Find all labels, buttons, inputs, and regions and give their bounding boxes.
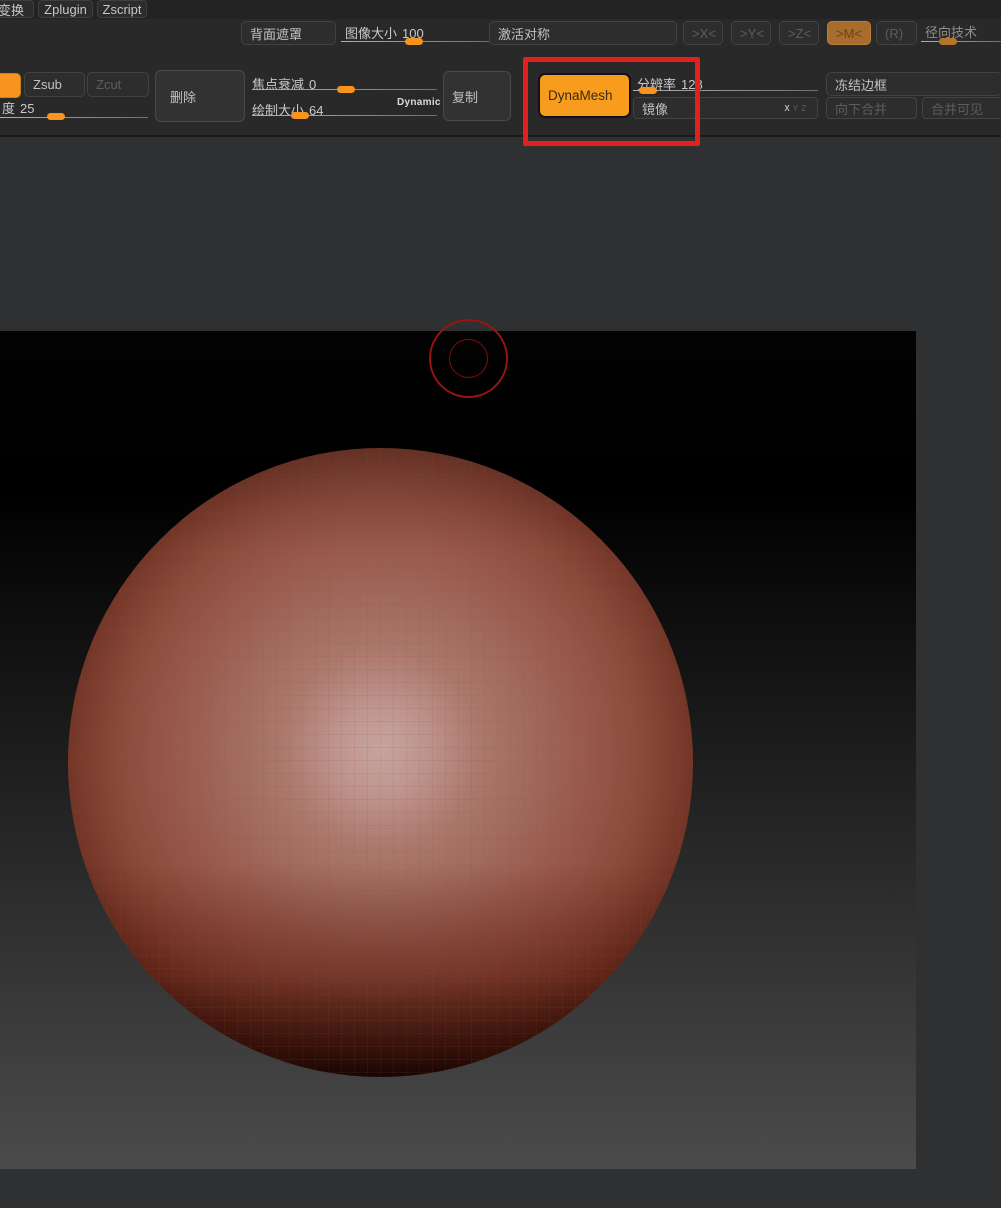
z-intensity-value: 25 bbox=[20, 101, 35, 116]
mirror-axis-x[interactable]: X bbox=[784, 104, 792, 113]
focal-shift-slider-handle[interactable] bbox=[337, 86, 355, 93]
symmetry-y-label: >Y< bbox=[740, 25, 764, 41]
symmetry-z-button[interactable]: >Z< bbox=[779, 21, 819, 45]
z-intensity-slider-handle[interactable] bbox=[47, 113, 65, 120]
focal-shift-slider-label: 焦点衰减 0 bbox=[252, 77, 317, 92]
activate-symmetry-button[interactable]: 激活对称 bbox=[489, 21, 677, 45]
radial-count-slider-track[interactable] bbox=[921, 41, 1001, 42]
mirror-axis-z[interactable]: Z bbox=[801, 104, 809, 113]
tab-zscript-label: Zscript bbox=[102, 1, 142, 17]
sculpt-canvas[interactable] bbox=[0, 331, 916, 1169]
activate-symmetry-label: 激活对称 bbox=[498, 26, 551, 42]
merge-visible-button[interactable]: 合并可见 bbox=[922, 97, 1001, 119]
freeze-border-label: 冻结边框 bbox=[835, 77, 888, 93]
mirror-axis-y[interactable]: Y bbox=[793, 104, 801, 113]
mirror-axis-indicators: XYZ bbox=[784, 104, 809, 113]
zsub-label: Zsub bbox=[33, 77, 62, 92]
draw-size-slider-handle[interactable] bbox=[291, 112, 309, 119]
zadd-button[interactable] bbox=[0, 73, 21, 98]
backface-mask-button[interactable]: 背面遮罩 bbox=[241, 21, 336, 45]
dynamic-badge: Dynamic bbox=[397, 97, 441, 108]
symmetry-r-label: (R) bbox=[885, 25, 904, 41]
backface-mask-label: 背面遮罩 bbox=[250, 26, 303, 42]
merge-down-label: 向下合并 bbox=[835, 101, 888, 117]
zsub-button[interactable]: Zsub bbox=[24, 72, 85, 97]
symmetry-r-button[interactable]: (R) bbox=[876, 21, 917, 45]
delete-label: 删除 bbox=[170, 89, 197, 105]
tab-transform[interactable]: 变换 bbox=[0, 0, 34, 18]
tab-transform-label: 变换 bbox=[0, 2, 24, 18]
resolution-slider-track[interactable] bbox=[633, 90, 818, 91]
resolution-slider-handle[interactable] bbox=[639, 87, 657, 94]
image-size-slider-handle[interactable] bbox=[405, 38, 423, 45]
dynamesh-button[interactable]: DynaMesh bbox=[538, 73, 631, 118]
symmetry-x-button[interactable]: >X< bbox=[683, 21, 723, 45]
tab-strip bbox=[0, 0, 1001, 19]
duplicate-button[interactable]: 复制 bbox=[443, 71, 511, 121]
symmetry-m-label: >M< bbox=[836, 25, 863, 41]
freeze-border-button[interactable]: 冻结边框 bbox=[826, 72, 1001, 96]
z-intensity-slider-track[interactable] bbox=[0, 117, 148, 118]
delete-button[interactable]: 删除 bbox=[155, 70, 245, 122]
merge-visible-label: 合并可见 bbox=[931, 101, 984, 117]
brush-cursor-inner-ring bbox=[449, 339, 488, 378]
zcut-label: Zcut bbox=[96, 77, 122, 92]
draw-size-slider-label: 绘制大小 64 bbox=[252, 103, 324, 118]
z-intensity-slider-label: 度 25 bbox=[2, 101, 35, 116]
dynamesh-label: DynaMesh bbox=[548, 88, 613, 103]
tab-zscript[interactable]: Zscript bbox=[97, 0, 147, 18]
symmetry-y-button[interactable]: >Y< bbox=[731, 21, 771, 45]
symmetry-m-button[interactable]: >M< bbox=[827, 21, 871, 45]
symmetry-z-label: >Z< bbox=[788, 25, 812, 41]
dynamesh-sphere-model[interactable] bbox=[68, 448, 693, 1077]
toolbar-bottom-divider bbox=[0, 135, 1001, 137]
mirror-label: 镜像 bbox=[642, 101, 669, 117]
mirror-button[interactable]: 镜像 XYZ bbox=[633, 97, 818, 119]
zcut-button[interactable]: Zcut bbox=[87, 72, 149, 97]
tab-zplugin[interactable]: Zplugin bbox=[38, 0, 93, 18]
merge-down-button[interactable]: 向下合并 bbox=[826, 97, 917, 119]
symmetry-x-label: >X< bbox=[692, 25, 716, 41]
wireframe-overlay bbox=[68, 448, 693, 1077]
draw-size-slider-track[interactable] bbox=[252, 115, 437, 116]
top-toolbar: 变换 Zplugin Zscript 背面遮罩 图像大小 100 激活对称 >X<… bbox=[0, 0, 1001, 137]
tab-zplugin-label: Zplugin bbox=[44, 1, 87, 17]
radial-count-slider-handle[interactable] bbox=[939, 38, 957, 45]
duplicate-label: 复制 bbox=[452, 89, 479, 105]
